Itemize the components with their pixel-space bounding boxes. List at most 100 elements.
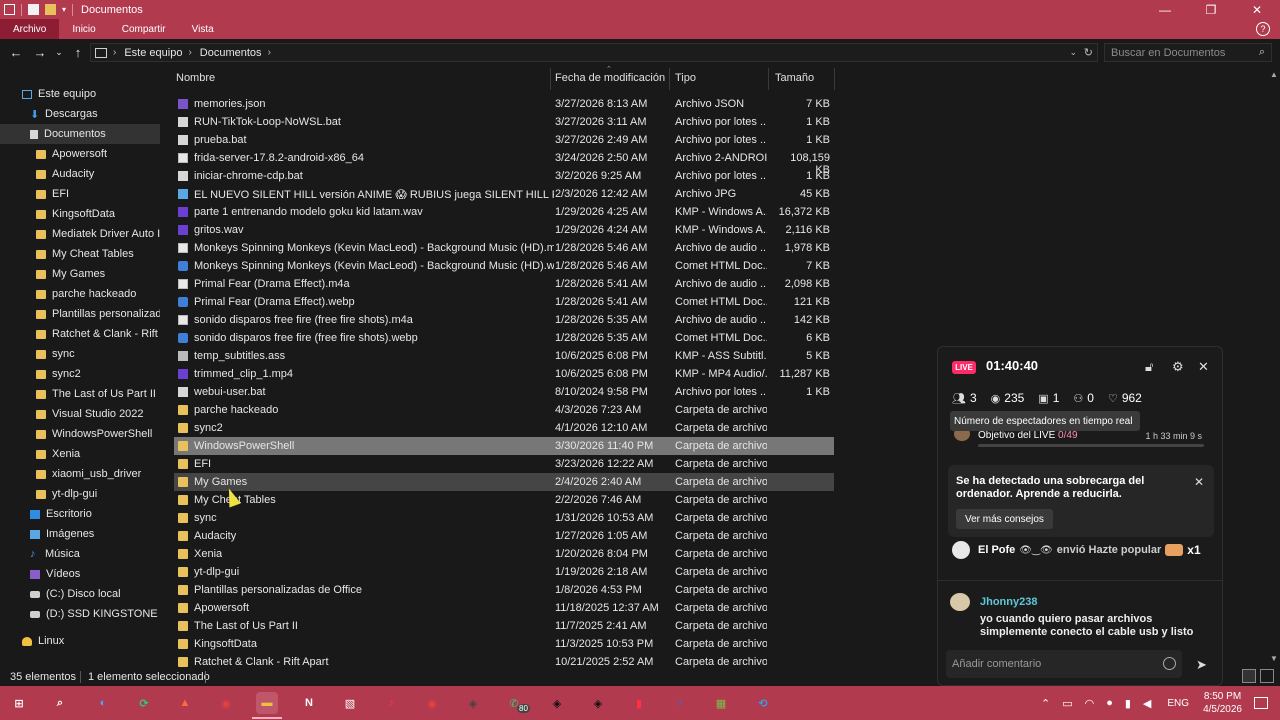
file-row[interactable]: Primal Fear (Drama Effect).webp 1/28/2026…: [174, 293, 834, 311]
sidebar-item[interactable]: sync2: [0, 364, 160, 384]
app-icon[interactable]: ▧: [339, 692, 361, 714]
app-icon[interactable]: ◈: [462, 692, 484, 714]
search-icon[interactable]: ⌕: [49, 692, 71, 714]
address-bar[interactable]: › Este equipo › Documentos › ⌄ ↻: [90, 43, 1098, 62]
file-row[interactable]: My Cheat Tables 2/2/2026 7:46 AM Carpeta d…: [174, 491, 834, 509]
close-button[interactable]: ✕: [1234, 0, 1280, 19]
chrome-icon[interactable]: ◉: [421, 692, 443, 714]
column-type[interactable]: Tipo: [675, 72, 696, 84]
maximize-button[interactable]: ❐: [1188, 0, 1234, 19]
gift-user[interactable]: El Pofe: [978, 544, 1015, 556]
battery-icon[interactable]: ▮: [1125, 697, 1131, 710]
forward-button[interactable]: →: [28, 41, 52, 65]
sidebar-item[interactable]: The Last of Us Part II: [0, 384, 160, 404]
file-row[interactable]: Apowersoft 11/18/2025 12:37 AM Carpeta de …: [174, 599, 834, 617]
sidebar-item[interactable]: Ratchet & Clank - Rift Ap: [0, 324, 160, 344]
file-explorer-icon[interactable]: ▬: [256, 692, 278, 714]
file-row[interactable]: EL NUEVO SILENT HILL versión ANIME 😱 RUB…: [174, 185, 834, 203]
chevron-right-icon[interactable]: ›: [268, 47, 271, 58]
brave-icon[interactable]: ▲: [174, 692, 196, 714]
sidebar-item[interactable]: xiaomi_usb_driver: [0, 464, 160, 484]
sidebar-item[interactable]: parche hackeado: [0, 284, 160, 304]
file-row[interactable]: sync2 4/1/2026 12:10 AM Carpeta de archivo…: [174, 419, 834, 437]
column-name[interactable]: Nombre: [176, 72, 215, 84]
help-icon[interactable]: ?: [1256, 22, 1270, 36]
file-row[interactable]: Audacity 1/27/2026 1:05 AM Carpeta de arch…: [174, 527, 834, 545]
send-icon[interactable]: ➤: [1196, 657, 1207, 673]
file-row[interactable]: EFI 3/23/2026 12:22 AM Carpeta de archivos: [174, 455, 834, 473]
notification-icon[interactable]: [1254, 697, 1268, 709]
views-stat[interactable]: ◉ 235: [991, 391, 1025, 405]
sidebar-item[interactable]: KingsoftData: [0, 204, 160, 224]
tab-compartir[interactable]: Compartir: [109, 19, 179, 39]
column-divider[interactable]: [669, 68, 670, 90]
file-row[interactable]: temp_subtitles.ass 10/6/2025 6:08 PM KMP -…: [174, 347, 834, 365]
scroll-down-icon[interactable]: ▼: [1270, 654, 1278, 663]
file-row[interactable]: Plantillas personalizadas de Office 1/8/2…: [174, 581, 834, 599]
tab-archivo[interactable]: Archivo: [0, 19, 60, 39]
likes-stat[interactable]: ♡ 962: [1108, 391, 1142, 405]
file-row[interactable]: trimmed_clip_1.mp4 10/6/2025 6:08 PM KMP -…: [174, 365, 834, 383]
file-row[interactable]: My Games 2/4/2026 2:40 AM Carpeta de archi…: [174, 473, 834, 491]
up-button[interactable]: ↑: [66, 41, 90, 65]
file-row[interactable]: yt-dlp-gui 1/19/2026 2:18 AM Carpeta de ar…: [174, 563, 834, 581]
file-row[interactable]: prueba.bat 3/27/2026 2:49 AM Archivo por l…: [174, 131, 834, 149]
sidebar-item[interactable]: Apowersoft: [0, 144, 160, 164]
sidebar-item[interactable]: Escritorio: [0, 504, 160, 524]
quick-access-dropdown-icon[interactable]: ▾: [62, 5, 66, 14]
sidebar-item[interactable]: Mediatek Driver Auto Ins: [0, 224, 160, 244]
wifi-icon[interactable]: ◠: [1085, 697, 1095, 710]
back-button[interactable]: ←: [4, 41, 28, 65]
properties-icon[interactable]: [28, 4, 39, 15]
sidebar-item[interactable]: ♪ Música: [0, 544, 160, 564]
scroll-up-icon[interactable]: ▲: [1270, 70, 1278, 79]
column-divider[interactable]: [834, 68, 835, 90]
sidebar-item[interactable]: (C:) Disco local: [0, 584, 160, 604]
file-row[interactable]: gritos.wav 1/29/2026 4:24 AM KMP - Windows…: [174, 221, 834, 239]
app-icon[interactable]: ⟲: [752, 692, 774, 714]
sidebar-item[interactable]: WindowsPowerShell: [0, 424, 160, 444]
chevron-down-icon[interactable]: ⌄: [1069, 47, 1077, 58]
search-input[interactable]: [1111, 46, 1251, 59]
chevron-up-icon[interactable]: ⌃: [1041, 697, 1050, 710]
file-row[interactable]: WindowsPowerShell 3/30/2026 11:40 PM Carpe…: [174, 437, 834, 455]
chrome-icon[interactable]: ◉: [215, 692, 237, 714]
avatar[interactable]: [950, 593, 970, 611]
file-row[interactable]: Monkeys Spinning Monkeys (Kevin MacLeod)…: [174, 257, 834, 275]
breadcrumb-documentos[interactable]: Documentos: [200, 47, 262, 59]
gifts-stat[interactable]: ▣ 1: [1038, 391, 1059, 405]
file-row[interactable]: iniciar-chrome-cdp.bat 3/2/2026 9:25 AM Ar…: [174, 167, 834, 185]
file-row[interactable]: memories.json 3/27/2026 8:13 AM Archivo JS…: [174, 95, 834, 113]
sidebar-item[interactable]: Plantillas personalizadas: [0, 304, 160, 324]
file-row[interactable]: parte 1 entrenando modelo goku kid latam…: [174, 203, 834, 221]
sidebar-item[interactable]: sync: [0, 344, 160, 364]
tiktok-icon[interactable]: ♪: [380, 692, 402, 714]
scrollbar[interactable]: ▲ ▼: [1268, 66, 1280, 666]
file-row[interactable]: Primal Fear (Drama Effect).m4a 1/28/2026 …: [174, 275, 834, 293]
comment-input[interactable]: [952, 658, 1152, 670]
comment-box[interactable]: [946, 650, 1182, 678]
viewers-stat[interactable]: 👥︎ 3: [952, 391, 977, 405]
file-row[interactable]: KingsoftData 11/3/2025 10:53 PM Carpeta de…: [174, 635, 834, 653]
breadcrumb-este-equipo[interactable]: Este equipo: [124, 47, 182, 59]
sidebar-item[interactable]: Audacity: [0, 164, 160, 184]
column-size[interactable]: Tamaño: [775, 72, 814, 84]
new-folder-icon[interactable]: [45, 4, 56, 15]
search-icon[interactable]: ⌕: [1259, 46, 1265, 59]
file-row[interactable]: frida-server-17.8.2-android-x86_64 3/24/2…: [174, 149, 834, 176]
column-date[interactable]: Fecha de modificación: [555, 72, 665, 84]
recent-locations-icon[interactable]: ⌄: [52, 41, 66, 65]
app-icon[interactable]: ▦: [710, 692, 732, 714]
sidebar-item[interactable]: EFI: [0, 184, 160, 204]
volume-icon[interactable]: ◀: [1143, 697, 1151, 710]
sidebar-item[interactable]: My Games: [0, 264, 160, 284]
notion-icon[interactable]: N: [298, 692, 320, 714]
close-icon[interactable]: ✕: [1194, 475, 1204, 489]
app-icon[interactable]: ◐: [92, 692, 114, 714]
sidebar-item[interactable]: ⬇ Descargas: [0, 104, 160, 124]
microphone-icon[interactable]: ●: [1106, 697, 1113, 709]
sidebar-item[interactable]: yt-dlp-gui: [0, 484, 160, 504]
gear-icon[interactable]: ⚙: [1172, 359, 1184, 375]
app-icon[interactable]: ◈: [546, 692, 568, 714]
more-tips-button[interactable]: Ver más consejos: [956, 509, 1053, 529]
